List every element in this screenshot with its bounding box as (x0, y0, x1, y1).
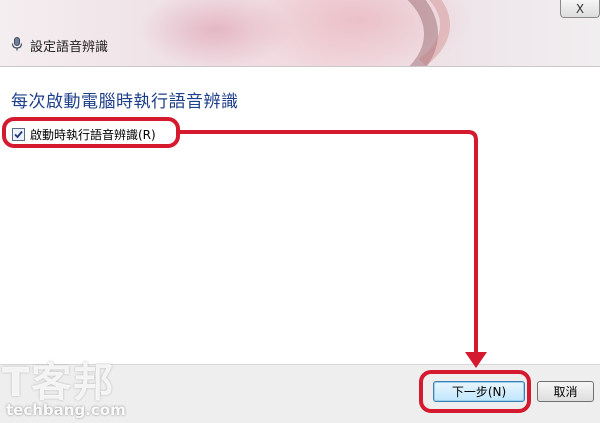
callout-box-next (419, 370, 531, 413)
close-icon: X (575, 1, 585, 16)
callout-box-checkbox (2, 117, 180, 148)
title-bar-decoration-2 (230, 0, 450, 66)
window-title: 設定語音辨識 (30, 40, 109, 55)
title-bar: 設定語音辨識 X (0, 0, 600, 67)
page-heading: 每次啟動電腦時執行語音辨識 (11, 92, 239, 112)
microphone-icon (11, 37, 23, 51)
watermark-logo: T客邦 (2, 360, 116, 406)
close-button[interactable]: X (560, 0, 600, 18)
cancel-button[interactable]: 取消 (537, 381, 594, 402)
watermark-url: techbang.com (6, 401, 126, 419)
